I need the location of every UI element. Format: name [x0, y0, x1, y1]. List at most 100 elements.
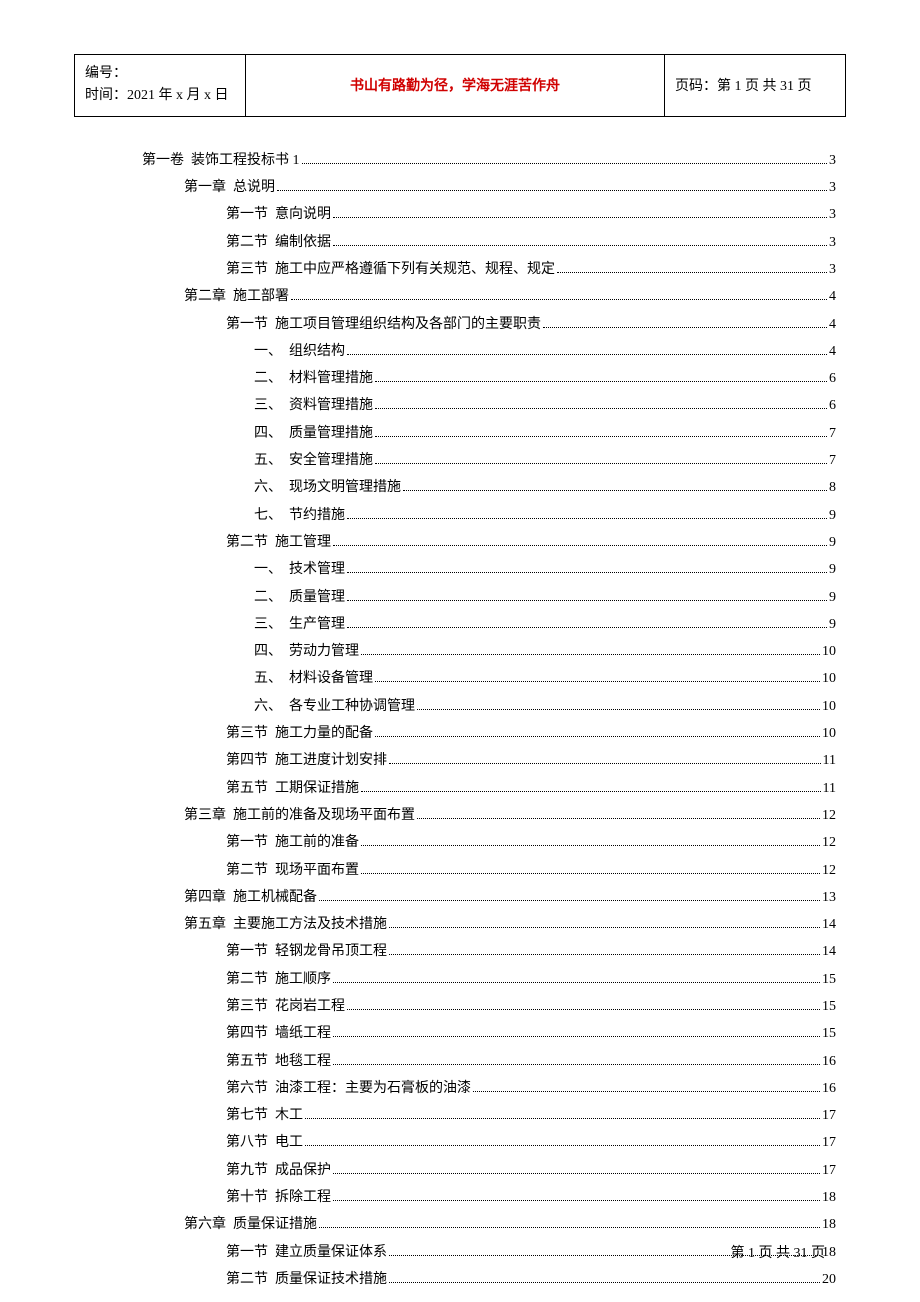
toc-row: 第一卷 装饰工程投标书 13 — [142, 147, 836, 174]
toc-row: 第二节 现场平面布置12 — [142, 857, 836, 884]
toc-leader-dots — [319, 1227, 820, 1228]
toc-leader-dots — [347, 572, 827, 573]
toc-leader-dots — [389, 1282, 820, 1283]
toc-page-number: 14 — [822, 911, 836, 938]
toc-leader-dots — [375, 408, 827, 409]
toc-label: 五、 材料设备管理 — [254, 665, 373, 692]
toc-page-number: 14 — [822, 938, 836, 965]
toc-page-number: 15 — [822, 993, 836, 1020]
toc-page-number: 17 — [822, 1102, 836, 1129]
toc-row: 第六章 质量保证措施18 — [142, 1211, 836, 1238]
toc-page-number: 11 — [823, 747, 836, 774]
toc-row: 第四章 施工机械配备13 — [142, 884, 836, 911]
toc-label: 第五节 地毯工程 — [226, 1048, 331, 1075]
toc-leader-dots — [543, 327, 827, 328]
toc-page-number: 3 — [829, 201, 836, 228]
toc-label: 第四节 墙纸工程 — [226, 1020, 331, 1047]
toc-row: 第五节 工期保证措施11 — [142, 775, 836, 802]
toc-row: 第三章 施工前的准备及现场平面布置 12 — [142, 802, 836, 829]
toc-label: 第三节 施工中应严格遵循下列有关规范、规程、规定 — [226, 256, 555, 283]
toc-row: 第一章 总说明3 — [142, 174, 836, 201]
toc-label: 二、 质量管理 — [254, 584, 345, 611]
toc-row: 第三节 施工中应严格遵循下列有关规范、规程、规定 3 — [142, 256, 836, 283]
toc-label: 第三章 施工前的准备及现场平面布置 — [184, 802, 415, 829]
toc-leader-dots — [389, 927, 820, 928]
toc-label: 第九节 成品保护 — [226, 1157, 331, 1184]
toc-row: 第八节 电工17 — [142, 1129, 836, 1156]
toc-label: 第三节 施工力量的配备 — [226, 720, 373, 747]
toc-page-number: 9 — [829, 529, 836, 556]
toc-label: 第七节 木工 — [226, 1102, 303, 1129]
header-motto: 书山有路勤为径，学海无涯苦作舟 — [350, 79, 560, 94]
toc-leader-dots — [417, 709, 820, 710]
document-page: 编号： 时间：2021 年 x 月 x 日 书山有路勤为径，学海无涯苦作舟 页码… — [0, 0, 920, 1302]
toc-label: 第二节 现场平面布置 — [226, 857, 359, 884]
toc-page-number: 9 — [829, 584, 836, 611]
toc-label: 第一节 建立质量保证体系 — [226, 1239, 387, 1266]
toc-label: 第六章 质量保证措施 — [184, 1211, 317, 1238]
header-center-cell: 书山有路勤为径，学海无涯苦作舟 — [246, 55, 665, 117]
toc-leader-dots — [333, 1200, 820, 1201]
toc-leader-dots — [361, 791, 821, 792]
toc-leader-dots — [403, 490, 827, 491]
footer-page-number: 第 1 页 共 31 页 — [731, 1242, 826, 1262]
toc-leader-dots — [361, 654, 820, 655]
toc-page-number: 4 — [829, 283, 836, 310]
toc-row: 第七节 木工 17 — [142, 1102, 836, 1129]
toc-page-number: 3 — [829, 229, 836, 256]
toc-label: 第六节 油漆工程：主要为石膏板的油漆 — [226, 1075, 471, 1102]
toc-label: 第五章 主要施工方法及技术措施 — [184, 911, 387, 938]
toc-leader-dots — [305, 1118, 820, 1119]
toc-label: 第三节 花岗岩工程 — [226, 993, 345, 1020]
header-left-cell: 编号： 时间：2021 年 x 月 x 日 — [75, 55, 246, 117]
toc-page-number: 18 — [822, 1184, 836, 1211]
toc-leader-dots — [389, 763, 821, 764]
header-right-cell: 页码：第 1 页 共 31 页 — [665, 55, 846, 117]
toc-page-number: 4 — [829, 311, 836, 338]
toc-page-number: 10 — [822, 638, 836, 665]
toc-row: 第二节 编制依据 3 — [142, 229, 836, 256]
toc-page-number: 3 — [829, 256, 836, 283]
toc-row: 第四节 墙纸工程 15 — [142, 1020, 836, 1047]
toc-label: 第一章 总说明 — [184, 174, 275, 201]
toc-leader-dots — [333, 245, 827, 246]
toc-label: 四、 劳动力管理 — [254, 638, 359, 665]
toc-page-number: 13 — [822, 884, 836, 911]
toc-page-number: 17 — [822, 1157, 836, 1184]
toc-row: 三、 资料管理措施6 — [142, 392, 836, 419]
toc-leader-dots — [302, 163, 828, 164]
toc-row: 五、 安全管理措施7 — [142, 447, 836, 474]
toc-leader-dots — [375, 436, 827, 437]
toc-page-number: 15 — [822, 966, 836, 993]
toc-label: 四、 质量管理措施 — [254, 420, 373, 447]
toc-row: 七、 节约措施9 — [142, 502, 836, 529]
toc-label: 一、 组织结构 — [254, 338, 345, 365]
toc-page-number: 4 — [829, 338, 836, 365]
toc-row: 四、 劳动力管理 10 — [142, 638, 836, 665]
toc-page-number: 15 — [822, 1020, 836, 1047]
toc-row: 第十节 拆除工程18 — [142, 1184, 836, 1211]
toc-row: 第一节 意向说明3 — [142, 201, 836, 228]
toc-page-number: 17 — [822, 1129, 836, 1156]
toc-row: 六、 各专业工种协调管理10 — [142, 693, 836, 720]
toc-row: 四、 质量管理措施7 — [142, 420, 836, 447]
toc-leader-dots — [347, 627, 827, 628]
toc-page-number: 12 — [822, 802, 836, 829]
toc-leader-dots — [375, 681, 820, 682]
toc-row: 第二节 施工管理9 — [142, 529, 836, 556]
toc-leader-dots — [291, 299, 827, 300]
toc-row: 二、 材料管理措施6 — [142, 365, 836, 392]
toc-row: 第二节 施工顺序15 — [142, 966, 836, 993]
toc-leader-dots — [277, 190, 827, 191]
toc-leader-dots — [417, 818, 820, 819]
toc-label: 第二节 编制依据 — [226, 229, 331, 256]
toc-page-number: 9 — [829, 502, 836, 529]
toc-row: 一、 技术管理9 — [142, 556, 836, 583]
toc-row: 第六节 油漆工程：主要为石膏板的油漆16 — [142, 1075, 836, 1102]
header-date-label: 时间：2021 年 x 月 x 日 — [85, 85, 235, 107]
toc-row: 第五节 地毯工程16 — [142, 1048, 836, 1075]
toc-page-number: 8 — [829, 474, 836, 501]
toc-page-number: 9 — [829, 556, 836, 583]
toc-row: 第四节 施工进度计划安排11 — [142, 747, 836, 774]
toc-label: 第二节 质量保证技术措施 — [226, 1266, 387, 1293]
